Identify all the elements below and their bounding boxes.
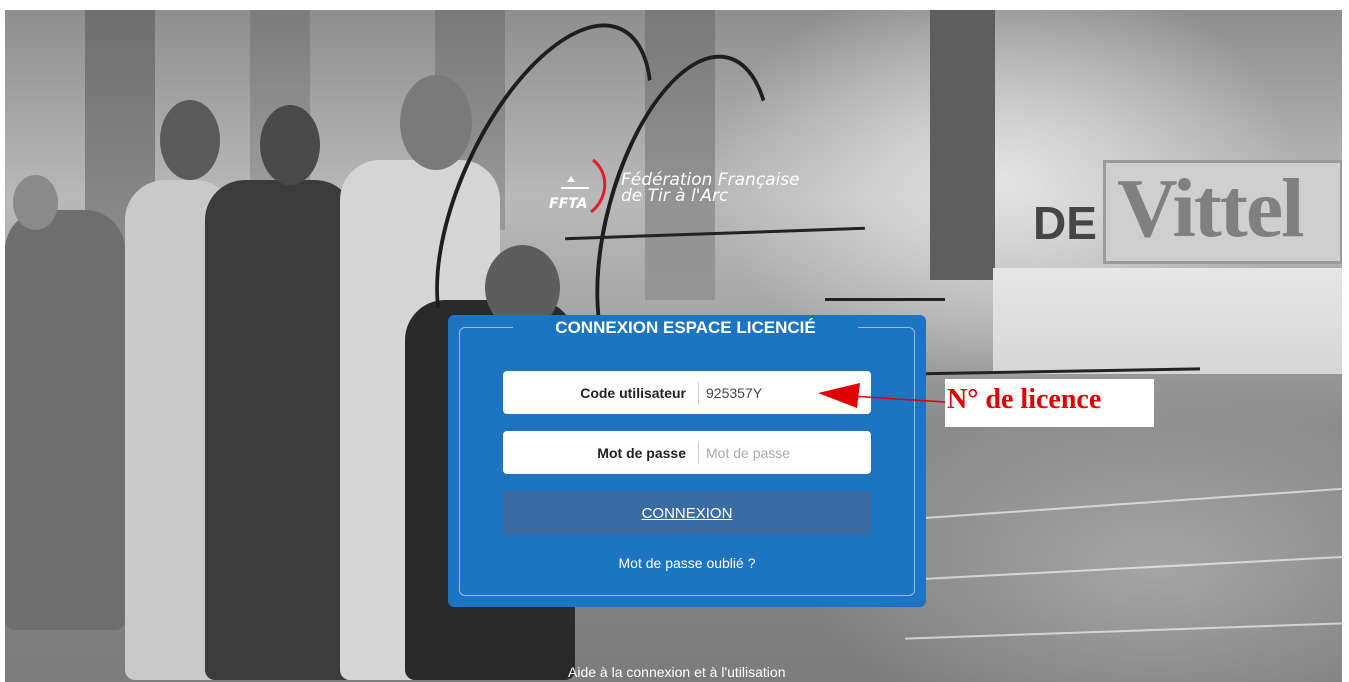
- password-field[interactable]: Mot de passe: [503, 431, 871, 474]
- archer-figure: [205, 180, 355, 680]
- sign-vittel-text: Vittel: [1117, 162, 1304, 255]
- archer-head: [13, 175, 58, 230]
- annotation-box: N° de licence: [945, 379, 1154, 427]
- ffta-name-line2: de Tir à l'Arc: [621, 186, 729, 206]
- username-input[interactable]: [699, 376, 868, 409]
- ffta-name: Fédération Française de Tir à l'Arc: [621, 172, 800, 206]
- help-link[interactable]: Aide à la connexion et à l'utilisation: [568, 664, 785, 680]
- archer-head: [400, 75, 472, 170]
- sign-de-text: DE: [1033, 197, 1097, 249]
- forgot-password-link[interactable]: Mot de passe oublié ?: [448, 555, 926, 571]
- login-title: CONNEXION ESPACE LICENCIÉ: [513, 318, 858, 338]
- archer-head: [160, 100, 220, 180]
- annotation-text: N° de licence: [947, 384, 1102, 415]
- login-button[interactable]: CONNEXION: [503, 491, 871, 535]
- background-banner: [930, 10, 995, 280]
- password-input[interactable]: [699, 436, 868, 469]
- ffta-abbr: FFTA: [549, 196, 588, 212]
- password-label: Mot de passe: [503, 441, 699, 464]
- ffta-logo: FFTA Fédération Française de Tir à l'Arc: [547, 158, 837, 218]
- archer-head: [260, 105, 320, 185]
- login-card: CONNEXION ESPACE LICENCIÉ Code utilisate…: [448, 315, 926, 607]
- username-field[interactable]: Code utilisateur: [503, 371, 871, 414]
- track-line: [905, 622, 1342, 640]
- background-wall: [993, 268, 1342, 374]
- archer-figure: [5, 210, 125, 630]
- username-label: Code utilisateur: [503, 381, 699, 404]
- arrow-shaft: [825, 298, 945, 301]
